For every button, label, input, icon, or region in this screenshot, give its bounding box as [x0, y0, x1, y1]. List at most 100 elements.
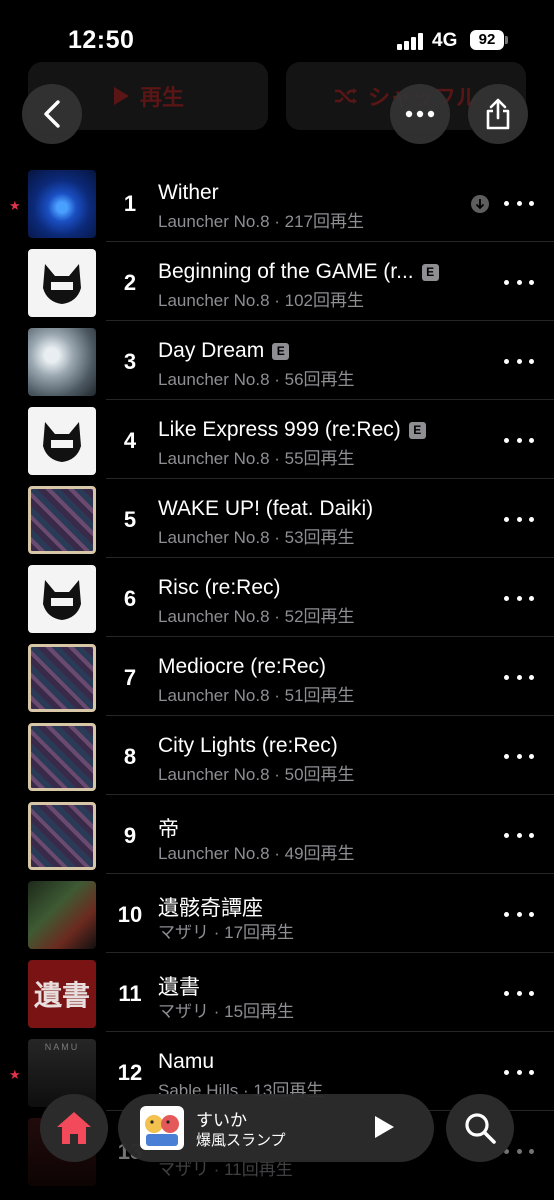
- track-row[interactable]: 4 Like Express 999 (re:Rec) E Launcher No…: [0, 400, 554, 479]
- track-more-button[interactable]: [504, 193, 534, 213]
- track-number: 3: [123, 349, 137, 374]
- track-plays: 53回再生: [284, 528, 355, 547]
- track-more-button[interactable]: [504, 272, 534, 292]
- track-list: ★ 1 Wither Launcher No.8 · 217回再生 2 Begi…: [0, 163, 554, 1190]
- track-number: 12: [117, 1060, 143, 1085]
- track-row[interactable]: 9 帝 Launcher No.8 · 49回再生: [0, 795, 554, 874]
- signal-icon: [397, 33, 425, 50]
- track-row[interactable]: 7 Mediocre (re:Rec) Launcher No.8 · 51回再…: [0, 637, 554, 716]
- play-icon: [113, 87, 129, 105]
- track-artist: Launcher No.8: [158, 449, 270, 468]
- track-row[interactable]: 5 WAKE UP! (feat. Daiki) Launcher No.8 ·…: [0, 479, 554, 558]
- track-title-text: Namu: [158, 1050, 215, 1073]
- mini-player-artwork: [140, 1106, 184, 1150]
- mini-play-button[interactable]: [372, 1114, 396, 1145]
- track-number: 6: [123, 586, 137, 611]
- track-plays: 52回再生: [284, 607, 355, 626]
- status-bar: 12:50 4G 92: [0, 0, 554, 70]
- track-title-text: WAKE UP! (feat. Daiki): [158, 497, 374, 520]
- album-art: [28, 170, 96, 238]
- track-title: Like Express 999 (re:Rec) E: [158, 418, 426, 442]
- track-number: 1: [123, 191, 137, 216]
- track-number: 2: [123, 270, 137, 295]
- album-art: [28, 723, 96, 791]
- track-number: 11: [118, 981, 142, 1006]
- track-title: Risc (re:Rec): [158, 576, 281, 600]
- search-icon: [465, 1113, 496, 1144]
- track-row[interactable]: 8 City Lights (re:Rec) Launcher No.8 · 5…: [0, 716, 554, 795]
- network-type: 4G: [432, 30, 458, 51]
- album-art: [28, 407, 96, 475]
- track-meta: マザリ · 15回再生: [158, 1002, 295, 1021]
- track-meta: マザリ · 17回再生: [158, 923, 295, 942]
- ellipsis-icon: [405, 110, 435, 118]
- track-artist: マザリ: [158, 923, 209, 942]
- track-number: 5: [123, 507, 137, 532]
- track-number: 4: [123, 428, 137, 453]
- mini-player[interactable]: すいか 爆風スランプ: [118, 1094, 434, 1162]
- track-meta: Launcher No.8 · 55回再生: [158, 449, 355, 468]
- explicit-badge: E: [408, 422, 426, 439]
- album-art: 遺書: [28, 960, 96, 1028]
- album-art: [28, 486, 96, 554]
- track-meta: Launcher No.8 · 51回再生: [158, 686, 355, 705]
- track-row[interactable]: 10 遺骸奇譚座 マザリ · 17回再生: [0, 874, 554, 953]
- track-plays: 17回再生: [224, 923, 295, 942]
- track-more-button[interactable]: [504, 509, 534, 529]
- cat-logo-icon: [43, 422, 81, 462]
- track-title-text: Mediocre (re:Rec): [158, 655, 327, 678]
- status-time: 12:50: [68, 26, 135, 54]
- album-art: [28, 565, 96, 633]
- track-more-button[interactable]: [504, 351, 534, 371]
- track-artist: マザリ: [158, 1160, 209, 1179]
- track-title-text: Wither: [158, 181, 219, 204]
- track-more-button[interactable]: [504, 588, 534, 608]
- chevron-left-icon: [44, 100, 60, 128]
- mini-player-title: すいか: [196, 1111, 247, 1130]
- home-icon: [57, 1112, 91, 1144]
- track-plays: 51回再生: [284, 686, 355, 705]
- home-tab-button[interactable]: [40, 1094, 108, 1162]
- track-row[interactable]: 遺書 11 遺書 マザリ · 15回再生: [0, 953, 554, 1032]
- track-row[interactable]: ★ 1 Wither Launcher No.8 · 217回再生: [0, 163, 554, 242]
- track-more-button[interactable]: [504, 430, 534, 450]
- album-art: [28, 328, 96, 396]
- track-meta: Launcher No.8 · 49回再生: [158, 844, 355, 863]
- star-icon: ★: [9, 1067, 21, 1082]
- track-artist: Launcher No.8: [158, 765, 270, 784]
- track-more-button[interactable]: [504, 983, 534, 1003]
- search-tab-button[interactable]: [446, 1094, 514, 1162]
- track-plays: 11回再生: [224, 1160, 293, 1179]
- track-artist: Launcher No.8: [158, 212, 270, 231]
- track-row[interactable]: 6 Risc (re:Rec) Launcher No.8 · 52回再生: [0, 558, 554, 637]
- track-row[interactable]: 2 Beginning of the GAME (r... E Launcher …: [0, 242, 554, 321]
- track-more-button[interactable]: [504, 825, 534, 845]
- track-row[interactable]: 3 Day Dream E Launcher No.8 · 56回再生: [0, 321, 554, 400]
- track-artist: マザリ: [158, 1002, 209, 1021]
- track-more-button[interactable]: [504, 746, 534, 766]
- track-meta: Launcher No.8 · 56回再生: [158, 370, 355, 389]
- track-more-button[interactable]: [504, 904, 534, 924]
- track-plays: 55回再生: [284, 449, 355, 468]
- battery-tip: [505, 36, 508, 44]
- mini-player-artist: 爆風スランプ: [196, 1132, 286, 1149]
- album-art: [28, 249, 96, 317]
- track-artist: Launcher No.8: [158, 607, 270, 626]
- track-title-text: Risc (re:Rec): [158, 576, 281, 599]
- track-title-text: 遺骸奇譚座: [158, 897, 263, 920]
- share-button[interactable]: [468, 84, 528, 144]
- track-number: 8: [123, 744, 137, 769]
- play-icon: [375, 1116, 394, 1138]
- more-options-button[interactable]: [390, 84, 450, 144]
- album-art: [28, 881, 96, 949]
- track-more-button[interactable]: [504, 1062, 534, 1082]
- share-icon: [486, 98, 510, 130]
- track-artist: Launcher No.8: [158, 844, 270, 863]
- track-title: Namu: [158, 1050, 214, 1074]
- track-title-text: Beginning of the GAME (r...: [158, 260, 414, 283]
- track-meta: Launcher No.8 · 102回再生: [158, 291, 365, 310]
- track-title-text: 遺書: [158, 976, 200, 999]
- track-more-button[interactable]: [504, 667, 534, 687]
- downloaded-icon: [471, 195, 489, 213]
- back-button[interactable]: [22, 84, 82, 144]
